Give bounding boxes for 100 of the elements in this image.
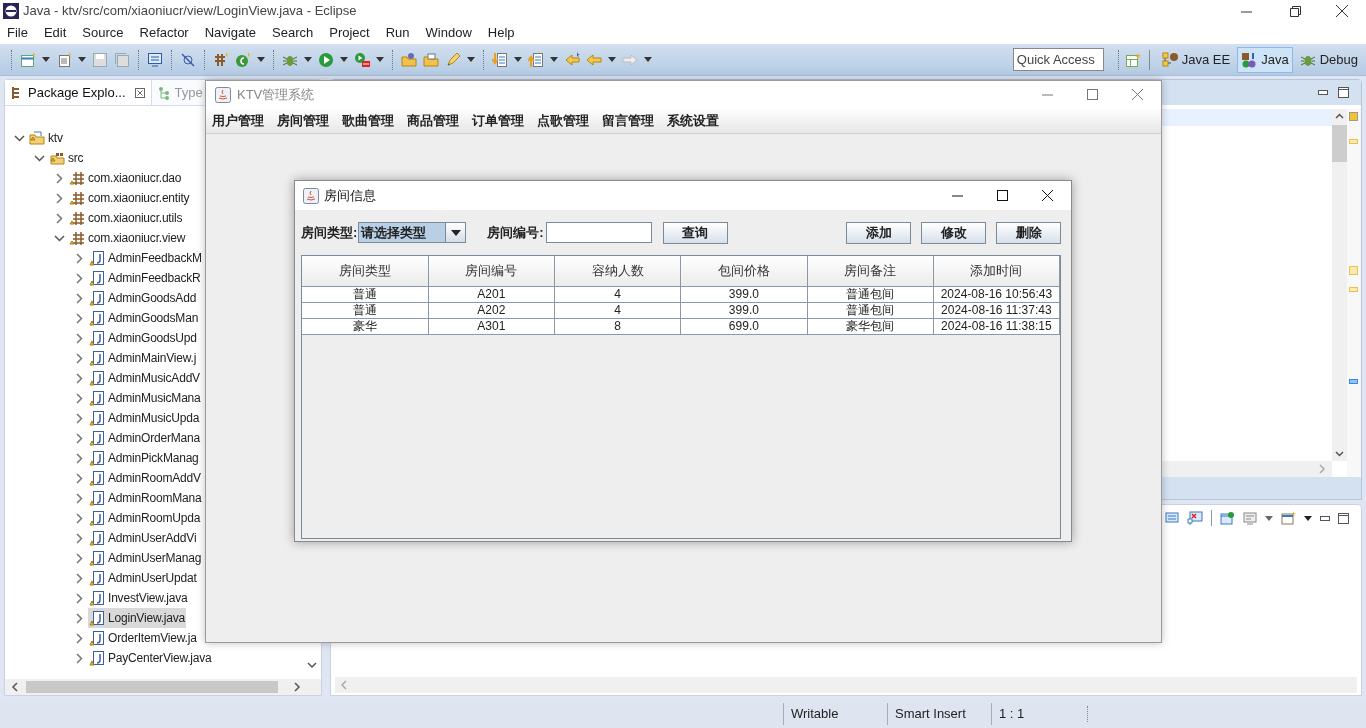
caret-icon[interactable] [514,57,522,62]
warning-marker[interactable] [1349,266,1358,275]
caret-icon[interactable] [467,57,475,62]
monitor-icon[interactable] [147,51,163,68]
menu-item[interactable]: Source [82,23,124,43]
menu-item[interactable]: File [7,23,28,43]
java-file-icon[interactable] [89,450,105,466]
chevron-right-icon[interactable] [74,512,85,524]
menu-item[interactable]: 点歌管理 [537,110,589,131]
minimize-view-icon[interactable] [1318,90,1328,95]
room-number-field[interactable] [545,222,652,243]
room-type-dropdown[interactable]: 请选择类型 [358,222,467,243]
chevron-right-icon[interactable] [74,372,85,384]
tree-item[interactable]: AdminMusicAddV [88,368,201,388]
maximize-view-icon[interactable] [1338,512,1349,524]
tree-item[interactable]: AdminGoodsMan [88,308,200,328]
java-file-icon[interactable] [89,290,105,306]
caret-icon[interactable] [550,57,558,62]
console-icon[interactable] [1165,511,1179,525]
tree-item[interactable]: AdminGoodsUpd [88,328,198,348]
chevron-right-icon[interactable] [74,652,85,664]
minimize-view-icon[interactable] [1320,515,1330,521]
menu-item[interactable]: 房间管理 [277,110,329,131]
chevron-right-icon[interactable] [74,412,85,424]
new-file-icon[interactable] [56,51,72,68]
chevron-right-icon[interactable] [74,632,85,644]
quick-access-field[interactable]: Quick Access [1012,48,1104,71]
chevron-right-icon[interactable] [74,612,85,624]
view-tab[interactable]: Package Explo... [5,80,152,105]
action-button[interactable]: 删除 [996,221,1061,244]
tree-item[interactable]: LoginView.java [88,608,187,628]
save-icon[interactable] [92,51,108,68]
scroll-right-icon[interactable] [293,682,301,692]
caret-icon[interactable] [1304,515,1312,521]
new-icon[interactable] [20,51,36,68]
chevron-right-icon[interactable] [74,552,85,564]
tree-item[interactable]: OrderItemView.ja [88,628,198,648]
java-file-icon[interactable] [89,590,105,606]
tree-item[interactable]: AdminFeedbackM [88,248,203,268]
chevron-right-icon[interactable] [74,472,85,484]
chevron-right-icon[interactable] [74,392,85,404]
java-file-icon[interactable] [89,250,105,266]
link-off-icon[interactable] [180,51,196,68]
tree-item[interactable]: com.xiaoniucr.view [68,228,187,248]
search-button[interactable]: 查询 [662,221,728,244]
column-header[interactable]: 包间价格 [680,256,807,286]
java-file-icon[interactable] [89,510,105,526]
perspective-button[interactable]: Java EE [1157,46,1235,73]
caret-icon[interactable] [257,57,265,62]
scroll-up-icon[interactable] [1335,113,1344,119]
chevron-right-icon[interactable] [74,332,85,344]
java-file-icon[interactable] [89,410,105,426]
tree-item[interactable]: AdminOrderMana [88,428,201,448]
scrollbar-thumb[interactable] [26,681,278,693]
column-header[interactable]: 房间类型 [302,256,429,286]
menu-item[interactable]: Run [385,23,410,43]
perspective-button[interactable]: Debug [1295,46,1362,73]
scrollbar-thumb[interactable] [1332,125,1347,162]
menu-item[interactable]: 用户管理 [212,110,264,131]
package-icon[interactable] [69,170,85,186]
java-file-icon[interactable] [89,630,105,646]
chevron-right-icon[interactable] [54,192,65,204]
chevron-right-icon[interactable] [74,252,85,264]
warning-marker[interactable] [1349,139,1358,144]
caret-icon[interactable] [644,57,652,62]
java-file-icon[interactable] [89,490,105,506]
caret-icon[interactable] [78,57,86,62]
tree-item[interactable]: AdminGoodsAdd [88,288,198,308]
tree-item[interactable]: AdminUserUpdat [88,568,198,588]
tree-item[interactable]: PayCenterView.java [88,648,213,668]
tree-item[interactable]: AdminPickManag [88,448,200,468]
menu-item[interactable]: Navigate [204,23,256,43]
caret-icon[interactable] [340,57,348,62]
java-file-icon[interactable] [89,330,105,346]
java-ee-icon[interactable] [1161,51,1178,68]
java-file-icon[interactable] [89,310,105,326]
package-icon[interactable] [69,190,85,206]
pin-console-icon[interactable] [1220,511,1235,525]
next-annotation-icon[interactable] [492,51,508,68]
chevron-right-icon[interactable] [74,352,85,364]
action-button[interactable]: 添加 [846,221,911,244]
column-header[interactable]: 房间备注 [807,256,934,286]
menu-item[interactable]: 歌曲管理 [342,110,394,131]
java-file-icon[interactable] [89,390,105,406]
menu-item[interactable]: 订单管理 [472,110,524,131]
menu-item[interactable]: Help [487,23,515,43]
open-folder-icon[interactable] [401,51,417,68]
new-console-icon[interactable] [1281,511,1296,525]
restore-icon[interactable] [1290,5,1301,17]
perspective-button[interactable]: Java [1237,46,1293,73]
chevron-down-icon[interactable] [14,132,25,144]
warning-marker[interactable] [1349,287,1358,292]
menu-item[interactable]: Project [329,23,370,43]
caret-icon[interactable] [42,57,50,62]
chevron-right-icon[interactable] [74,532,85,544]
java-file-icon[interactable] [89,530,105,546]
tree-item[interactable]: InvestView.java [88,588,189,608]
chevron-right-icon[interactable] [74,272,85,284]
tree-item[interactable]: ktv [28,128,64,148]
java-file-icon[interactable] [89,370,105,386]
